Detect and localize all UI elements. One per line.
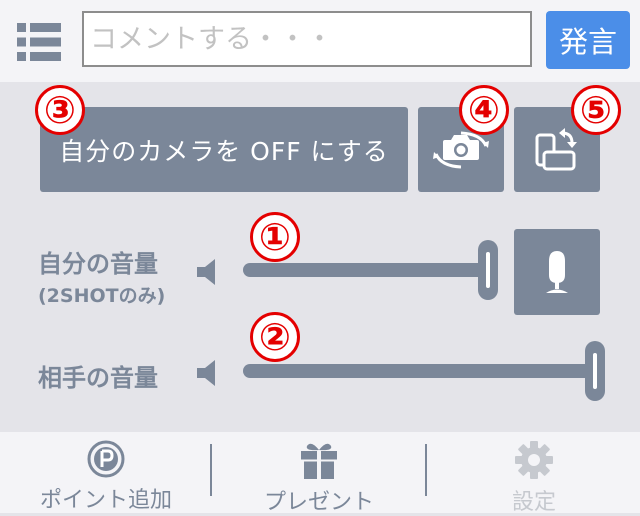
microphone-icon (546, 251, 568, 293)
screen-rotate-icon (535, 127, 577, 170)
camera-off-button[interactable]: 自分のカメラを OFF にする (40, 107, 408, 192)
gear-icon (514, 440, 554, 480)
microphone-button[interactable] (514, 229, 600, 315)
partner-volume-title: 相手の音量 (38, 364, 158, 392)
annotation-badge-5: ⑤ (571, 85, 621, 135)
my-volume-slider-track[interactable] (243, 263, 493, 277)
my-volume-label: 自分の音量 (2SHOTのみ) (38, 244, 165, 308)
tab-add-points[interactable]: ポイント追加 (0, 432, 212, 513)
tab-divider (425, 444, 427, 496)
tab-add-points-label: ポイント追加 (39, 488, 172, 513)
partner-volume-slider-handle[interactable] (585, 341, 605, 401)
call-controls-panel: 自分のカメラを OFF にする ③ ④ ⑤ 自分の音量 (2SHOTのみ) ① … (0, 82, 640, 432)
my-volume-slider-handle[interactable] (478, 240, 498, 300)
my-volume-note: (2SHOTのみ) (38, 285, 166, 307)
comment-input[interactable] (82, 11, 532, 67)
p-coin-icon (87, 440, 125, 478)
tab-present-label: プレゼント (263, 490, 374, 515)
speaker-icon (197, 360, 215, 386)
speaker-icon (197, 259, 215, 285)
annotation-badge-2: ② (250, 312, 300, 362)
my-volume-title: 自分の音量 (38, 250, 158, 278)
camera-switch-icon (433, 131, 489, 168)
tab-divider (210, 444, 212, 496)
partner-volume-label: 相手の音量 (38, 358, 158, 393)
tab-settings[interactable]: 設定 (428, 432, 640, 515)
bottom-tab-bar: ポイント追加 プレゼント 設定 (0, 432, 640, 515)
partner-volume-slider-track[interactable] (243, 364, 600, 378)
annotation-badge-4: ④ (459, 85, 509, 135)
gift-icon (299, 440, 339, 480)
annotation-badge-1: ① (250, 212, 300, 262)
tab-present[interactable]: プレゼント (213, 432, 425, 515)
camera-off-label: 自分のカメラを OFF にする (59, 136, 389, 166)
list-icon[interactable] (17, 23, 61, 61)
annotation-badge-3: ③ (35, 85, 85, 135)
send-button[interactable]: 発言 (546, 11, 630, 69)
comment-bar: 発言 (0, 0, 640, 82)
tab-settings-label: 設定 (511, 490, 556, 515)
